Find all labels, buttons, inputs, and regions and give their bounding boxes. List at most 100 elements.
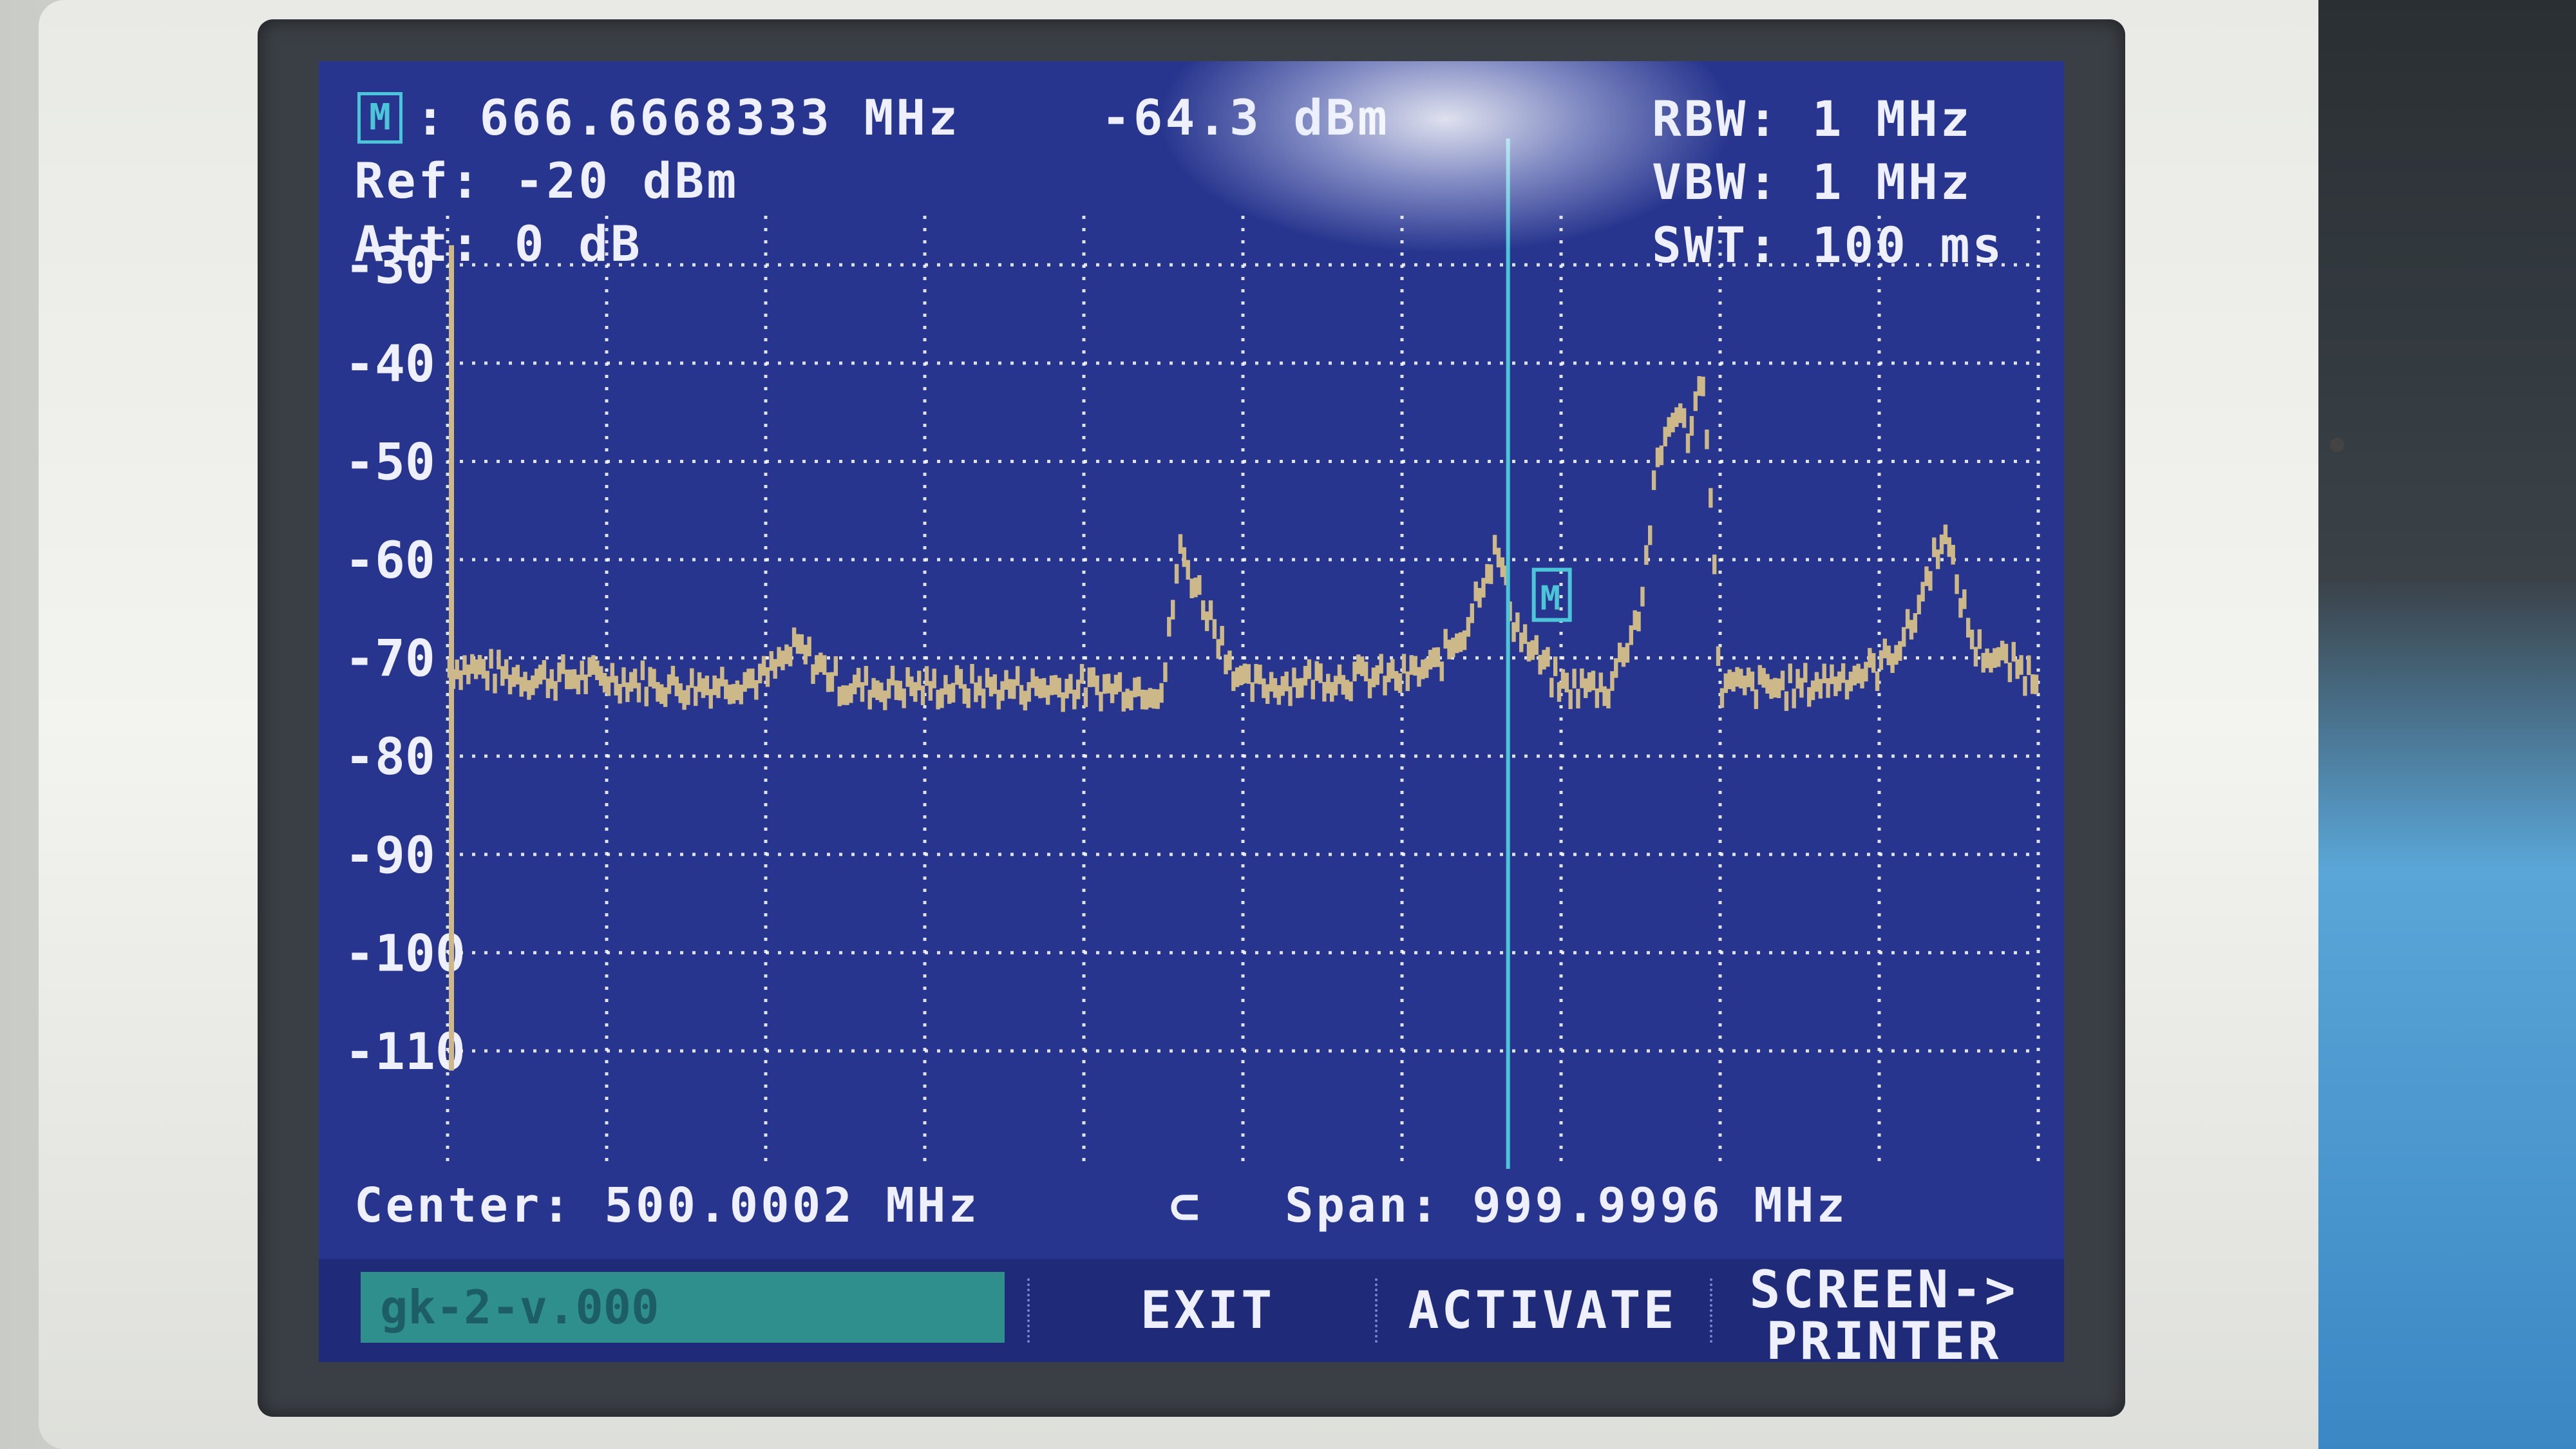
spectrum-bar (1443, 629, 1448, 649)
spectrum-bar (978, 676, 982, 696)
spectrum-bar (864, 666, 869, 686)
spectrum-bar (1602, 686, 1607, 706)
spectrum-bar (1860, 668, 1864, 689)
spectrum-bar (1049, 675, 1054, 696)
spectrum-bar (1614, 658, 1618, 678)
softkey-divider (1027, 1278, 1032, 1343)
spectrum-bar (1401, 654, 1406, 674)
exit-button[interactable]: EXIT (1079, 1285, 1336, 1336)
spectrum-bar (519, 677, 524, 697)
spectrum-bar (1379, 654, 1383, 674)
spectrum-bar (1757, 665, 1762, 685)
spectrum-bar (920, 685, 925, 705)
spectrum-bar (1678, 403, 1683, 423)
spectrum-bar (1045, 685, 1050, 705)
spectrum-bar (1473, 581, 1478, 601)
spectrum-bar (928, 681, 933, 701)
activate-button[interactable]: ACTIVATE (1388, 1285, 1697, 1336)
spectrum-bar (1875, 671, 1880, 691)
spectrum-bar (1773, 677, 1777, 698)
screen-printer-button[interactable]: SCREEN-> PRINTER (1716, 1259, 2051, 1363)
spectrum-bar (1027, 682, 1031, 702)
spectrum-bar (1447, 639, 1452, 659)
spectrum-bar (1262, 678, 1266, 698)
spectrum-bar (1727, 669, 1732, 690)
spectrum-bar (507, 674, 513, 695)
spectrum-bar (549, 669, 554, 689)
spectrum-bar (1489, 564, 1493, 584)
spectrum-bar (663, 687, 668, 707)
spectrum-bar (1208, 600, 1213, 620)
spectrum-bar (1477, 588, 1482, 608)
spectrum-bar (1985, 649, 1989, 668)
spectrum-bar (811, 664, 815, 684)
spectrum-bar (557, 662, 562, 683)
spectrum-bar (1701, 376, 1705, 397)
spectrum-bar (1220, 625, 1224, 646)
spectrum-bar (1810, 680, 1815, 701)
spectrum-bar (1466, 617, 1471, 637)
background-desk (2318, 0, 2576, 1449)
spectrum-bar (1856, 663, 1861, 684)
spectrum-bar (1564, 672, 1569, 693)
spectrum-bar (545, 678, 551, 699)
spectrum-bar (553, 681, 558, 701)
spectrum-bar (1568, 689, 1573, 710)
spectrum-bar (1349, 681, 1353, 701)
spectrum-bar (867, 690, 872, 710)
screen-printer-label-line2: PRINTER (1766, 1311, 2002, 1363)
spectrum-bar (462, 655, 467, 676)
spectrum-bar (720, 667, 724, 687)
spectrum-bar (1159, 683, 1164, 703)
spectrum-bar (1337, 664, 1342, 685)
spectrum-bar (473, 659, 478, 679)
spectrum-bar (466, 664, 471, 685)
spectrum-bar (652, 668, 656, 689)
spectrum-bar (572, 669, 577, 689)
spectrum-bar (1284, 671, 1289, 692)
spectrum-bar (2003, 643, 2009, 664)
spectrum-bar (1008, 679, 1012, 699)
spectrum-bar (568, 669, 573, 690)
spectrum-bar (1799, 677, 1804, 698)
spectrum-bar (602, 672, 607, 693)
spectrum-bar (992, 674, 997, 694)
spectrum-bar (1197, 575, 1202, 595)
spectrum-bar (1318, 663, 1323, 683)
spectrum-bar (1920, 582, 1925, 601)
spectrum-bar (1167, 616, 1171, 637)
spectrum-bar (1231, 671, 1236, 691)
spectrum-bar (1750, 671, 1755, 692)
spectrum-bar (803, 645, 808, 665)
spectrum-bar (1485, 564, 1490, 584)
spectrum-bar (1542, 650, 1546, 670)
spectrum-bar (1833, 676, 1838, 696)
spectrum-bar (1121, 692, 1126, 712)
spectrum-bar (1606, 688, 1611, 709)
spectrum-bar (1629, 625, 1633, 645)
spectrum-bar (807, 636, 811, 657)
spectrum-bar (527, 680, 531, 700)
spectrum-bar (1935, 549, 1940, 569)
spectrum-bar (1617, 642, 1622, 663)
spectrum-bar (2030, 674, 2035, 694)
spectrum-bar (1852, 665, 1857, 686)
spectrum-bar (1103, 674, 1107, 694)
spectrum-bar (951, 683, 956, 703)
spectrum-bar (1709, 488, 1713, 508)
spectrum-bar (1258, 665, 1262, 685)
spectrum-bar (716, 678, 721, 698)
spectrum-bar (1591, 670, 1596, 690)
filename-input[interactable]: gk-2-v.000 (361, 1272, 1005, 1343)
spectrum-bar (1587, 672, 1592, 692)
spectrum-bar (841, 685, 846, 705)
marker-frequency: : 666.6668333 MHz (415, 89, 960, 146)
spectrum-bar (595, 660, 600, 681)
spectrum-bar (1830, 664, 1834, 685)
spectrum-bar (1981, 652, 1985, 673)
spectrum-bar (791, 627, 797, 647)
spectrum-bar (1530, 640, 1535, 660)
spectrum-bar (1273, 678, 1278, 698)
spectrum-bar (1201, 600, 1206, 620)
spectrum-bar (1765, 674, 1770, 694)
